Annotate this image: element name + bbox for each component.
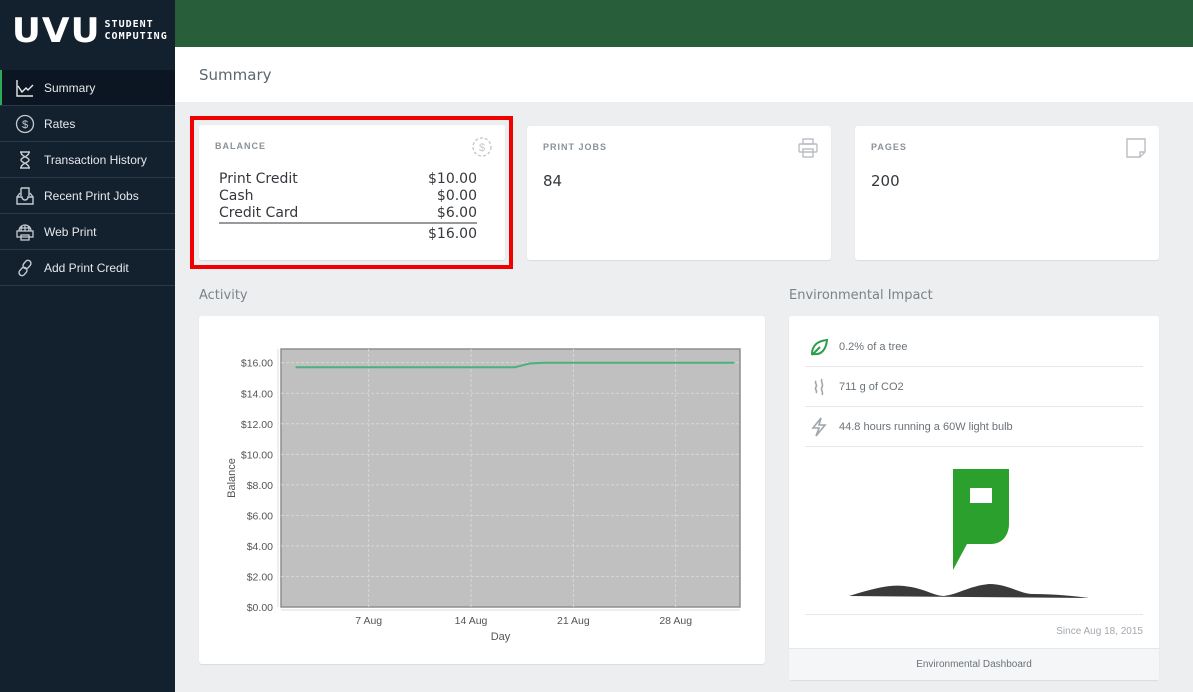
y-tick-label: $0.00 [247, 602, 273, 614]
sidebar: UVU STUDENT COMPUTING Summary $ Rates Tr… [0, 0, 175, 692]
env-item-text: 0.2% of a tree [839, 340, 908, 353]
balance-total: $16.00 [428, 226, 477, 242]
y-tick-label: $6.00 [247, 510, 273, 522]
page-title: Summary [199, 66, 272, 84]
activity-title: Activity [199, 288, 248, 303]
balance-row: Print Credit $10.00 [219, 171, 477, 188]
y-axis-label: Balance [226, 458, 238, 498]
lightning-icon [807, 415, 831, 439]
sidebar-item-label: Summary [44, 80, 96, 95]
sidebar-item-web-print[interactable]: Web Print [0, 214, 175, 250]
sidebar-item-label: Recent Print Jobs [44, 188, 139, 203]
sidebar-item-rates[interactable]: $ Rates [0, 106, 175, 142]
balance-row-amount: $10.00 [428, 171, 477, 187]
logo-sub: STUDENT COMPUTING [105, 19, 168, 43]
sidebar-item-transaction-history[interactable]: Transaction History [0, 142, 175, 178]
link-icon [14, 257, 36, 279]
hourglass-icon [14, 149, 36, 171]
x-tick-label: 28 Aug [659, 615, 692, 627]
pages-label: PAGES [871, 142, 907, 152]
y-tick-label: $10.00 [241, 449, 273, 461]
env-item-tree: 0.2% of a tree [805, 327, 1143, 367]
sidebar-nav: Summary $ Rates Transaction History Rece… [0, 70, 175, 286]
globe-printer-icon [14, 221, 36, 243]
y-tick-label: $2.00 [247, 571, 273, 583]
line-chart-icon [14, 77, 36, 99]
page-icon [1126, 138, 1146, 158]
logo-sub-line1: STUDENT [104, 19, 154, 30]
printer-icon [798, 138, 818, 158]
print-jobs-label: PRINT JOBS [543, 142, 608, 152]
env-item-co2: 711 g of CO2 [805, 367, 1143, 407]
balance-table: Print Credit $10.00 Cash $0.00 Credit Ca… [219, 171, 477, 244]
sidebar-item-summary[interactable]: Summary [0, 70, 175, 106]
x-tick-label: 14 Aug [455, 615, 488, 627]
environmental-impact-title: Environmental Impact [789, 288, 933, 303]
x-tick-label: 7 Aug [355, 615, 382, 627]
logo-sub-line2: COMPUTING [104, 31, 168, 42]
title-bar: Summary [175, 47, 1193, 102]
env-item-text: 44.8 hours running a 60W light bulb [839, 420, 1013, 433]
y-tick-label: $16.00 [241, 358, 273, 370]
svg-text:$: $ [479, 142, 485, 154]
plot-area [280, 348, 741, 608]
balance-row: Cash $0.00 [219, 188, 477, 205]
balance-row-name: Credit Card [219, 205, 299, 221]
top-bar [175, 0, 1193, 47]
y-tick-label: $8.00 [247, 480, 273, 492]
environmental-dashboard-link[interactable]: Environmental Dashboard [789, 648, 1159, 680]
env-divider [805, 614, 1143, 615]
balance-row-name: Cash [219, 188, 254, 204]
steam-icon [807, 375, 831, 399]
x-tick-label: 21 Aug [557, 615, 590, 627]
x-axis-label: Day [491, 631, 511, 643]
uvu-logo[interactable]: UVU STUDENT COMPUTING [11, 11, 168, 51]
activity-chart-card: $0.00 $2.00 $4.00 $6.00 $8.00 $10.00 $12.00 $14… [199, 316, 765, 664]
balance-card: BALANCE $ Print Credit $10.00 Cash $0.00… [199, 125, 505, 260]
pages-card: PAGES 200 [855, 126, 1159, 260]
balance-row-amount: $6.00 [436, 205, 477, 221]
balance-row: Credit Card $6.00 [219, 205, 477, 224]
dollar-circle-icon: $ [14, 113, 36, 135]
sidebar-item-label: Rates [44, 116, 76, 131]
inbox-tray-icon [14, 185, 36, 207]
pages-value: 200 [871, 172, 900, 190]
print-jobs-value: 84 [543, 172, 563, 190]
svg-text:$: $ [22, 119, 28, 131]
environmental-impact-card: 0.2% of a tree 711 g of CO2 44.8 hours r… [789, 316, 1159, 680]
sidebar-item-recent-print-jobs[interactable]: Recent Print Jobs [0, 178, 175, 214]
sidebar-item-label: Web Print [44, 224, 97, 239]
sidebar-item-label: Add Print Credit [44, 260, 129, 275]
dollar-circle-icon: $ [472, 137, 492, 157]
sidebar-item-label: Transaction History [44, 152, 147, 167]
env-item-energy: 44.8 hours running a 60W light bulb [805, 407, 1143, 447]
print-jobs-card: PRINT JOBS 84 [527, 126, 831, 260]
leaf-icon [807, 335, 831, 359]
sidebar-item-add-print-credit[interactable]: Add Print Credit [0, 250, 175, 286]
env-since-date: Since Aug 18, 2015 [1056, 626, 1143, 637]
y-tick-label: $14.00 [241, 388, 273, 400]
balance-label: BALANCE [215, 141, 266, 151]
logo-main: UVU [11, 11, 101, 51]
balance-row-name: Print Credit [219, 171, 298, 187]
balance-row-amount: $0.00 [436, 188, 477, 204]
activity-chart: $0.00 $2.00 $4.00 $6.00 $8.00 $10.00 $12.00 $14… [226, 348, 741, 643]
y-tick-label: $4.00 [247, 541, 273, 553]
papercut-leaf-logo [849, 469, 1089, 598]
env-item-text: 711 g of CO2 [839, 380, 904, 393]
y-tick-label: $12.00 [241, 419, 273, 431]
